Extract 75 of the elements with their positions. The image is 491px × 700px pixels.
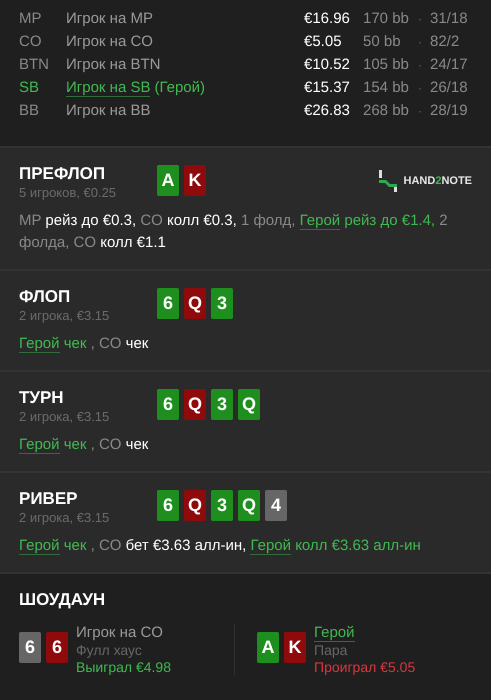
playing-card: 6	[19, 632, 41, 663]
playing-card: 6	[157, 389, 179, 420]
player-name[interactable]: Игрок на CO	[76, 624, 163, 641]
street-info: 2 игрока, €3.15	[19, 510, 110, 525]
player-stats: 31/18	[430, 10, 468, 27]
playing-card: K	[184, 165, 206, 196]
logo-text: HAND2NOTE	[404, 175, 472, 187]
playing-card: A	[157, 165, 179, 196]
hand-rank: Фулл хаус	[76, 642, 143, 658]
hero-link[interactable]: Герой	[19, 436, 60, 454]
hero-link[interactable]: Герой	[19, 335, 60, 353]
player-stats: 82/2	[430, 33, 460, 50]
playing-card: 6	[46, 632, 68, 663]
player-stats: 28/19	[430, 102, 468, 119]
playing-card: 3	[211, 288, 233, 319]
playing-card: Q	[184, 490, 206, 521]
player-name[interactable]: Игрок на BTN	[66, 56, 160, 73]
street-info: 5 игроков, €0.25	[19, 185, 118, 200]
player-stack: €5.05	[304, 33, 343, 50]
playing-card: Q	[238, 389, 260, 420]
playing-card: Q	[184, 389, 206, 420]
player-stack: €16.96	[304, 10, 351, 27]
result-amount: Выиграл €4.98	[76, 659, 171, 675]
playing-card: A	[257, 632, 279, 663]
player-name[interactable]: Игрок на MP	[66, 10, 153, 27]
player-position: BTN	[19, 56, 50, 73]
street-info: 2 игрока, €3.15	[19, 409, 110, 424]
player-name[interactable]: Игрок на CO	[66, 33, 153, 50]
street-info: 2 игрока, €3.15	[19, 308, 110, 323]
player-stack: €26.83	[304, 102, 351, 119]
showdown-title: ШОУДАУН	[19, 590, 106, 610]
playing-card: Q	[238, 490, 260, 521]
playing-card: 4	[265, 490, 287, 521]
street-title: ПРЕФЛОП	[19, 164, 106, 184]
playing-card: 6	[157, 490, 179, 521]
street-title: РИВЕР	[19, 489, 79, 509]
action-line: Герой чек , CO чек	[19, 334, 150, 355]
playing-card: Q	[184, 288, 206, 319]
hero-link[interactable]: Герой	[300, 212, 340, 230]
separator-dot: ·	[418, 104, 423, 118]
player-position: BB	[19, 102, 40, 119]
logo-icon	[378, 170, 398, 192]
result-amount: Проиграл €5.05	[314, 659, 416, 675]
playing-card: K	[284, 632, 306, 663]
separator-dot: ·	[418, 58, 423, 72]
separator-dot: ·	[418, 12, 423, 26]
hero-link[interactable]: Герой	[19, 537, 60, 555]
playing-card: 3	[211, 389, 233, 420]
player-stats: 26/18	[430, 79, 468, 96]
player-position: CO	[19, 33, 42, 50]
street-title: ФЛОП	[19, 287, 72, 307]
player-name[interactable]: Герой	[314, 624, 355, 642]
player-name[interactable]: Игрок на BB	[66, 102, 150, 119]
street-title: ТУРН	[19, 388, 65, 408]
separator-dot: ·	[418, 34, 423, 48]
separator-dot: ·	[418, 80, 423, 94]
player-bb: 268 bb	[363, 102, 410, 119]
action-line: MP рейз до €0.3, CO колл €0.3, 1 фолд, Герой рейз до €1.4, 2 фолда, CO колл €1.1	[19, 211, 449, 253]
action-line: Герой чек , CO чек	[19, 435, 150, 456]
player-stack: €15.37	[304, 79, 351, 96]
player-position: MP	[19, 10, 42, 27]
player-position: SB	[19, 79, 40, 96]
player-stack: €10.52	[304, 56, 351, 73]
hero-tag: (Герой)	[154, 78, 205, 96]
playing-card: 6	[157, 288, 179, 319]
player-bb: 154 bb	[363, 79, 410, 96]
action-line: Герой чек , CO бет €3.63 алл-ин, Герой колл €3.63 алл-ин	[19, 536, 422, 557]
player-bb: 105 bb	[363, 56, 410, 73]
hand-rank: Пара	[314, 642, 348, 658]
player-name[interactable]: Игрок на SB	[66, 78, 150, 96]
playing-card: 3	[211, 490, 233, 521]
player-bb: 50 bb	[363, 33, 402, 50]
player-stats: 24/17	[430, 56, 468, 73]
hero-link[interactable]: Герой	[250, 537, 292, 555]
player-bb: 170 bb	[363, 10, 410, 27]
